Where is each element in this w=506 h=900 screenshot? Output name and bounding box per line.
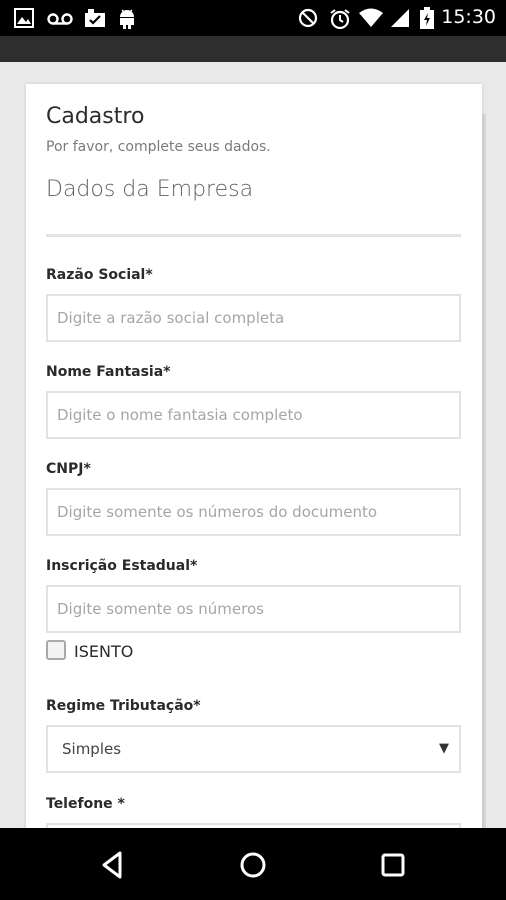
- navigation-bar: [0, 828, 506, 900]
- dropdown-arrow-icon: ▼: [439, 741, 449, 756]
- card-edge: [482, 114, 486, 828]
- nome-fantasia-field[interactable]: [46, 391, 461, 439]
- section-title: Dados da Empresa: [46, 177, 254, 202]
- isento-label[interactable]: ISENTO: [74, 642, 133, 661]
- page-title: Cadastro: [46, 104, 145, 129]
- regime-tributacao-label: Regime Tributação*: [46, 698, 201, 714]
- do-not-disturb-icon: [298, 8, 318, 28]
- nome-fantasia-input[interactable]: [48, 393, 459, 437]
- status-bar: 15:30: [0, 0, 506, 36]
- nome-fantasia-label: Nome Fantasia*: [46, 364, 171, 380]
- page-content[interactable]: Cadastro Por favor, complete seus dados.…: [0, 62, 506, 828]
- download-done-icon: [85, 9, 105, 27]
- section-divider: [46, 234, 461, 237]
- battery-charging-icon: [420, 7, 434, 29]
- voicemail-icon: [47, 13, 73, 25]
- app-bar: [0, 36, 506, 62]
- back-icon[interactable]: [96, 848, 130, 882]
- isento-checkbox[interactable]: [46, 640, 66, 660]
- razao-social-input[interactable]: [48, 296, 459, 340]
- alarm-icon: [330, 9, 350, 30]
- razao-social-field[interactable]: [46, 294, 461, 342]
- signal-icon: [391, 9, 409, 27]
- cnpj-field[interactable]: [46, 488, 461, 536]
- regime-tributacao-value: Simples: [62, 740, 122, 758]
- image-icon: [14, 8, 34, 28]
- regime-tributacao-select[interactable]: Simples ▼: [46, 725, 461, 773]
- razao-social-label: Razão Social*: [46, 267, 153, 283]
- wifi-icon: [359, 8, 383, 27]
- home-icon[interactable]: [236, 848, 270, 882]
- cnpj-label: CNPJ*: [46, 461, 91, 477]
- inscricao-estadual-field[interactable]: [46, 585, 461, 633]
- cnpj-input[interactable]: [48, 490, 459, 534]
- inscricao-estadual-label: Inscrição Estadual*: [46, 558, 198, 574]
- inscricao-estadual-input[interactable]: [48, 587, 459, 631]
- page-subtitle: Por favor, complete seus dados.: [46, 139, 271, 155]
- clock: 15:30: [441, 6, 496, 28]
- recents-icon[interactable]: [376, 848, 410, 882]
- registration-card: Cadastro Por favor, complete seus dados.…: [26, 84, 482, 828]
- telefone-label: Telefone *: [46, 796, 125, 812]
- android-icon: [120, 9, 134, 29]
